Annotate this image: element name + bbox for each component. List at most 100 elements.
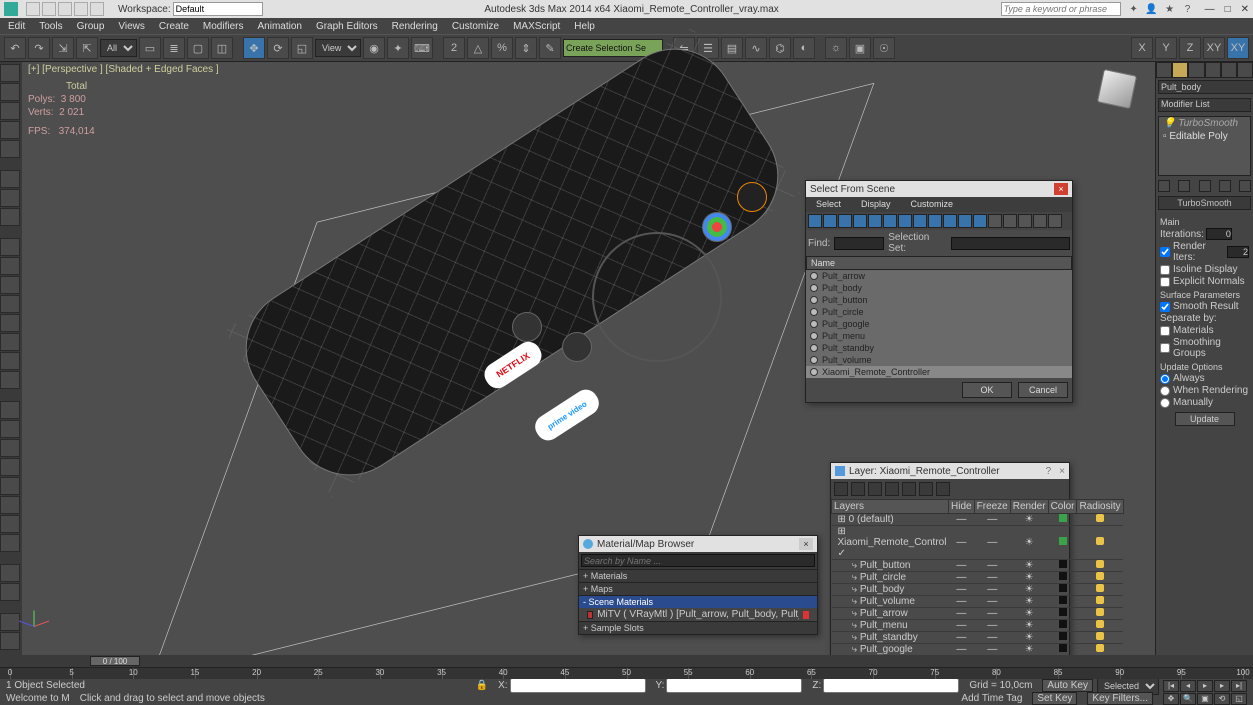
mat-ed-icon[interactable]: ◐ xyxy=(793,37,815,59)
f11-icon[interactable] xyxy=(958,214,972,228)
angle-snap-icon[interactable]: △ xyxy=(467,37,489,59)
spinner-snap-icon[interactable]: ⇕ xyxy=(515,37,537,59)
smooth-result-check[interactable]: Smooth Result xyxy=(1160,301,1249,312)
maximize-vp-icon[interactable]: ◱ xyxy=(1231,693,1247,705)
show-end-icon[interactable] xyxy=(1178,180,1190,192)
cat-materials[interactable]: + Materials xyxy=(579,569,817,582)
schematic-icon[interactable]: ⌬ xyxy=(769,37,791,59)
col-layers[interactable]: Layers xyxy=(832,500,949,514)
layer-row[interactable]: ⊞ 0 (default)——☀ xyxy=(832,514,1124,526)
scene-list-item[interactable]: Xiaomi_Remote_Controller xyxy=(806,366,1072,378)
prev-frame-icon[interactable]: ◂ xyxy=(1180,680,1196,692)
edit-named-sel-icon[interactable]: ✎ xyxy=(539,37,561,59)
layer-row[interactable]: ⤷ Pult_body——☀ xyxy=(832,584,1124,596)
misc-a-icon[interactable] xyxy=(0,613,20,631)
goto-start-icon[interactable]: |◂ xyxy=(1163,680,1179,692)
layer-row[interactable]: ⤷ Pult_volume——☀ xyxy=(832,596,1124,608)
autokey-button[interactable]: Auto Key xyxy=(1042,679,1093,692)
render-iters-input[interactable] xyxy=(1227,246,1249,258)
help-icon[interactable]: ? xyxy=(1181,2,1195,16)
signin-icon[interactable]: 👤 xyxy=(1145,2,1159,16)
sys-a-icon[interactable] xyxy=(0,564,20,582)
scene-list-item[interactable]: Pult_circle xyxy=(806,306,1072,318)
layer-row[interactable]: ⤷ Pult_google——☀ xyxy=(832,644,1124,656)
sep-smgroups-check[interactable]: Smoothing Groups xyxy=(1160,337,1249,359)
window-crossing-icon[interactable]: ◫ xyxy=(211,37,233,59)
scene-list-item[interactable]: Pult_google xyxy=(806,318,1072,330)
sep-materials-check[interactable]: Materials xyxy=(1160,325,1249,336)
light-omni-icon[interactable] xyxy=(0,401,20,419)
favorite-icon[interactable]: ★ xyxy=(1163,2,1177,16)
scene-list-item[interactable]: Pult_standby xyxy=(806,342,1072,354)
addtimetag-button[interactable]: Add Time Tag xyxy=(961,693,1022,704)
f2-icon[interactable] xyxy=(823,214,837,228)
stack-turbosmooth[interactable]: 💡 TurboSmooth xyxy=(1159,117,1250,130)
geo-e-icon[interactable] xyxy=(0,314,20,332)
time-slider[interactable]: 0 / 100 xyxy=(0,655,1253,667)
render-frame-icon[interactable]: ▣ xyxy=(849,37,871,59)
helper-a-icon[interactable] xyxy=(0,496,20,514)
sphere-icon[interactable] xyxy=(0,83,20,101)
axis-x-button[interactable]: X xyxy=(1131,37,1153,59)
tube-icon[interactable] xyxy=(0,189,20,207)
layer-row[interactable]: ⤷ Pult_circle——☀ xyxy=(832,572,1124,584)
cam-icon[interactable] xyxy=(0,477,20,495)
redo-icon[interactable]: ↷ xyxy=(28,37,50,59)
geo-f-icon[interactable] xyxy=(0,333,20,351)
curve-ed-icon[interactable]: ∿ xyxy=(745,37,767,59)
tab-display-icon[interactable] xyxy=(1221,62,1237,78)
g4-icon[interactable] xyxy=(1033,214,1047,228)
f5-icon[interactable] xyxy=(868,214,882,228)
geo-h-icon[interactable] xyxy=(0,371,20,389)
scene-list-item[interactable]: Pult_arrow xyxy=(806,270,1072,282)
layer-row[interactable]: ⤷ Pult_button——☀ xyxy=(832,560,1124,572)
qat-save-icon[interactable] xyxy=(58,2,72,16)
selset-input[interactable] xyxy=(951,237,1070,250)
render-prod-icon[interactable]: ☉ xyxy=(873,37,895,59)
modifier-stack[interactable]: 💡 TurboSmooth ▫ Editable Poly xyxy=(1158,116,1251,176)
layer-hide-icon[interactable] xyxy=(919,482,933,496)
keymode-icon[interactable]: ⌨ xyxy=(411,37,433,59)
cat-scene-materials[interactable]: - Scene Materials xyxy=(579,595,817,608)
f3-icon[interactable] xyxy=(838,214,852,228)
move-icon[interactable]: ✥ xyxy=(243,37,265,59)
pin-stack-icon[interactable] xyxy=(1158,180,1170,192)
menu-animation[interactable]: Animation xyxy=(257,21,301,32)
x-input[interactable] xyxy=(510,678,646,693)
f12-icon[interactable] xyxy=(973,214,987,228)
f6-icon[interactable] xyxy=(883,214,897,228)
lock-icon[interactable]: 🔒 xyxy=(476,680,488,691)
maximize-button[interactable]: □ xyxy=(1225,4,1231,15)
setkey-button[interactable]: Set Key xyxy=(1032,692,1077,705)
layers-icon[interactable]: ▤ xyxy=(721,37,743,59)
zoom-icon[interactable]: 🔍 xyxy=(1180,693,1196,705)
time-ruler[interactable]: 0510152025303540455055606570758085909510… xyxy=(0,667,1253,679)
iterations-input[interactable] xyxy=(1206,228,1232,240)
tab-modify-icon[interactable] xyxy=(1172,62,1188,78)
teapot-icon[interactable] xyxy=(0,140,20,158)
unlink-icon[interactable]: ⇱ xyxy=(76,37,98,59)
misc-b-icon[interactable] xyxy=(0,632,20,650)
tab-display[interactable]: Display xyxy=(851,197,901,212)
isoline-check[interactable]: Isoline Display xyxy=(1160,264,1249,275)
upd-render-radio[interactable]: When Rendering xyxy=(1160,385,1249,396)
dialog-close-icon[interactable]: × xyxy=(1059,466,1065,477)
next-frame-icon[interactable]: ▸ xyxy=(1214,680,1230,692)
rollout-title[interactable]: TurboSmooth xyxy=(1158,196,1251,210)
f8-icon[interactable] xyxy=(913,214,927,228)
light-spot-icon[interactable] xyxy=(0,420,20,438)
scene-list-item[interactable]: Pult_body xyxy=(806,282,1072,294)
infocenter-icon[interactable]: ✦ xyxy=(1127,2,1141,16)
menu-tools[interactable]: Tools xyxy=(39,21,62,32)
scale-icon[interactable]: ◱ xyxy=(291,37,313,59)
menu-rendering[interactable]: Rendering xyxy=(392,21,438,32)
link-icon[interactable]: ⇲ xyxy=(52,37,74,59)
scene-list-item[interactable]: Pult_menu xyxy=(806,330,1072,342)
configure-icon[interactable] xyxy=(1239,180,1251,192)
menu-views[interactable]: Views xyxy=(118,21,145,32)
menu-customize[interactable]: Customize xyxy=(452,21,499,32)
geo-b-icon[interactable] xyxy=(0,257,20,275)
material-item[interactable]: MiTV ( VRayMtl ) [Pult_arrow, Pult_body,… xyxy=(579,608,817,621)
geo-g-icon[interactable] xyxy=(0,352,20,370)
cone-icon[interactable] xyxy=(0,170,20,188)
